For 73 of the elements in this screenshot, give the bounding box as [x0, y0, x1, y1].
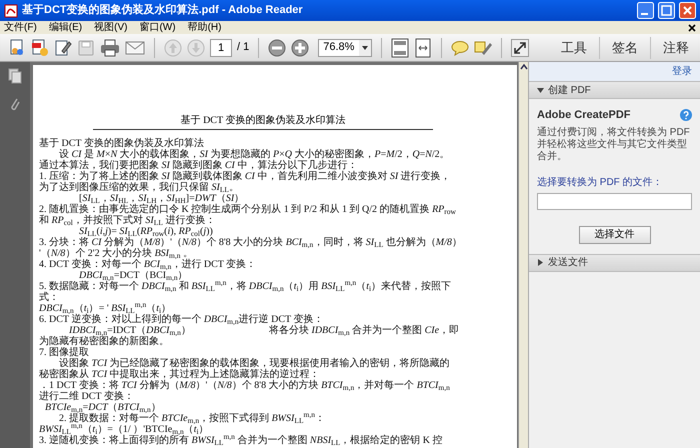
- right-triangle-icon[interactable]: [537, 259, 544, 266]
- formula-text: DBCI$_{m,n}$=DCT（BCI$_{m,n}$）: [79, 270, 189, 281]
- highlight-pen-icon[interactable]: [474, 38, 492, 56]
- panel-heading: Adobe CreatePDF: [537, 108, 631, 123]
- text-line: 4. DCT 变换：对每一个 BCI$_{m,n}$，进行 DCT 变换：: [39, 259, 258, 270]
- text-line: 通过本算法，我们要把图象 SI 隐藏到图象 CI 中，算法分以下几步进行：: [39, 160, 358, 171]
- minimize-icon[interactable]: [637, 2, 654, 19]
- scrollbar[interactable]: [518, 62, 528, 448]
- maximize-icon[interactable]: [658, 2, 675, 19]
- window-title: 基于DCT变换的图象伪装及水印算法.pdf - Adobe Reader: [22, 2, 304, 18]
- text-line: 为了达到图像压缩的效果，我们只保留 SI$_{LL}$。: [39, 182, 240, 193]
- fit-width-icon[interactable]: [414, 38, 432, 58]
- help-icon[interactable]: [680, 109, 692, 122]
- formula-text: SI$_{LL}$(i,j)= SI$_{LL}$(RP$_{row}$(i), RP$_{col}$(j)): [78, 226, 213, 237]
- text-line: BTCIe$_{m,n}$=DCT（BTCI$_{m,n}$）: [44, 402, 162, 413]
- zoom-dropdown[interactable]: 76.8%: [318, 38, 372, 56]
- fit-page-icon[interactable]: [391, 38, 410, 58]
- toolbar-tab[interactable]: 签名: [605, 38, 645, 58]
- caret-icon[interactable]: [359, 40, 372, 56]
- file-path-field[interactable]: [537, 192, 692, 210]
- text-line: 基于 DCT 变换的图象伪装及水印算法: [39, 138, 205, 149]
- text-line: 将各分块 IDBCI$_{m,n}$ 合并为一个整图 CIe，即: [269, 325, 460, 336]
- pdf-file-icon: [4, 4, 18, 18]
- printer-icon[interactable]: [100, 38, 120, 56]
- menu-item[interactable]: 窗口(W): [139, 22, 176, 34]
- page-number-field[interactable]: 1: [210, 38, 232, 56]
- menu-item[interactable]: 文件(F): [4, 22, 37, 34]
- pages-icon[interactable]: [8, 68, 22, 84]
- document-edit-icon[interactable]: [54, 38, 72, 56]
- menu-item[interactable]: 编辑(E): [48, 22, 82, 34]
- expand-icon[interactable]: [511, 38, 530, 56]
- page-total: / 1: [237, 40, 250, 56]
- text-line: 设图象 TCI 为已经隐藏了秘密图象的载体图象，现要根据使用者输入的密钥，将所隐藏的: [59, 358, 451, 369]
- menu-item[interactable]: 视图(V): [94, 22, 128, 34]
- paperclip-icon[interactable]: [9, 96, 21, 112]
- text-line: 2. 提取数据：对每一个 BTCIe$_{m,n}$，按照下式得到 BWSI$_{LL}$$^{m,n}$：: [59, 413, 326, 424]
- description: 通过付费订阅，将文件转换为 PDF 并轻松将这些文件与其它文件类型合并。: [537, 126, 691, 162]
- down-triangle-icon[interactable]: [537, 86, 544, 94]
- close-icon[interactable]: [688, 24, 696, 32]
- text-line: 3. 分块：将 CI 分解为（M/8）'（N/8）个 8'8 大小的分块 BCI$_{m,n}$，同时，将 SI$_{LL}$ 也分解为（M/8）: [39, 237, 463, 248]
- text-line: 设 CI 是 M×N 大小的载体图象，SI 为要想隐藏的 P×Q 大小的秘密图象，P=M/2，Q=N/2。: [59, 149, 451, 160]
- speech-bubble-icon[interactable]: [451, 40, 470, 56]
- text-line: 和 RP$_{col}$，并按照下式对 SI$_{LL}$ 进行变换：: [39, 215, 216, 226]
- document-people-icon[interactable]: [8, 38, 26, 56]
- zoom-in-icon[interactable]: [291, 38, 310, 56]
- text-line: 秘密图象从 TCI 中提取出来，其过程为上述隐藏算法的逆过程：: [39, 369, 321, 380]
- choose-file-button[interactable]: 选择文件: [578, 226, 650, 244]
- text-line: 6. DCT 逆变换：对以上得到的每一个 DBCI$_{m,n}$进行逆 DCT 变换：: [39, 314, 324, 325]
- text-line: 2. 随机置换：由事先选定的口令 K 控制生成两个分别从 1 到 P/2 和从 1 到 Q/2 的随机置换 RP$_{row}$: [39, 204, 457, 215]
- envelope-icon[interactable]: [125, 40, 145, 56]
- pdf-document-icon[interactable]: [31, 38, 49, 56]
- text-line: 式：: [39, 292, 60, 303]
- section-header[interactable]: 创建 PDF: [529, 81, 700, 99]
- zoom-out-icon[interactable]: [268, 38, 286, 56]
- text-line: 1. 压缩：为了将上述的图象 SI 隐藏到载体图象 CI 中，首先利用二维小波变换对 SI 进行变换，: [39, 171, 452, 182]
- text-line: 7. 图像提取: [39, 347, 90, 358]
- menu-item[interactable]: 帮助(H): [188, 22, 222, 34]
- text-line: 5. 数据隐藏：对每一个 DBCI$_{m,n}$ 和 BSI$_{LL}$$^{m,n}$，将 DBCI$_{m,n}$（t$_{i}$）用 BSI$_{LL}$$^{m,n}$（t$_{i}$）来代替，按照下: [39, 281, 452, 292]
- login-link[interactable]: 登录: [672, 64, 692, 79]
- text-line: 3. 逆随机变换：将上面得到的所有 BWSI$_{LL}$$^{m,n}$ 合并为一个整图 NBSI$_{LL}$，根据给定的密钥 K 控: [39, 435, 444, 446]
- text-line: DBCI$_{m,n}$（t$_{i}$）= ' BSI$_{LL}$$^{m,n}$（t$_{i}$）: [39, 303, 172, 314]
- toolbar-tab[interactable]: 工具: [554, 38, 594, 58]
- text-line: BWSI$_{LL}$$^{m,n}$（t$_{i}$）=（1/ ）'BTCIe$_{m,n}$（t$_{i}$）: [39, 424, 209, 435]
- text-line: 为隐藏有秘密图象的新图象。: [39, 336, 170, 347]
- text-line: ．1 DCT 变换：将 TCI 分解为（M/8）'（N/8）个 8'8 大小的方块 BTCI$_{m,n}$，并对每一个 BTCI$_{m,n}$: [39, 380, 451, 391]
- text-line: 进行二维 DCT 变换：: [39, 391, 135, 402]
- section-header[interactable]: 发送文件: [529, 254, 700, 272]
- field-label: 选择要转换为 PDF 的文件：: [537, 176, 664, 190]
- formula-text: IDBCI$_{m,n}$=IDCT（DBCI$_{m,n}$）: [69, 325, 192, 336]
- formula-text: [SI$_{LL}$，SI$_{HL}$，SI$_{LH}$，SI$_{HH}$]=DWT（SI）: [79, 193, 244, 204]
- page-header: 基于 DCT 变换的图象伪装及水印算法: [93, 115, 433, 130]
- text-line: '（N/8）个 2'2 大小的分块 BSI$_{m,n}$ 。: [39, 248, 193, 259]
- toolbar-tab[interactable]: 注释: [656, 38, 696, 58]
